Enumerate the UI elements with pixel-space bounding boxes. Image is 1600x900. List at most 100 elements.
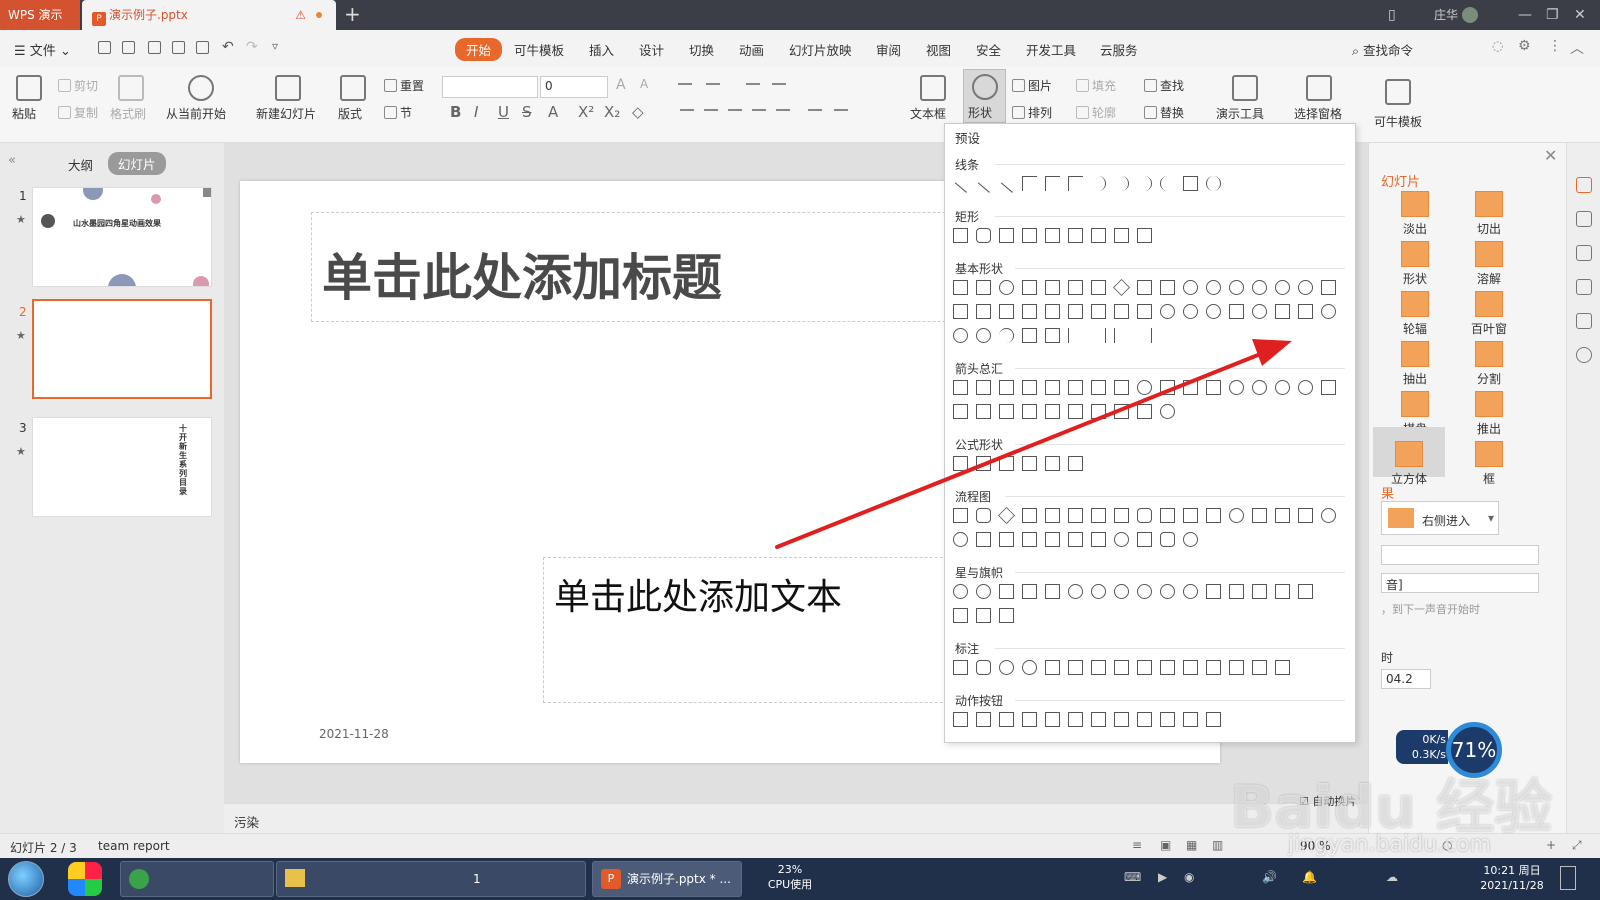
right-arrow-callout-shape[interactable] xyxy=(1022,404,1037,419)
action-return-shape[interactable] xyxy=(1091,712,1106,727)
magnetic-disk-shape[interactable] xyxy=(1137,532,1152,547)
chat-icon[interactable]: ◌ xyxy=(1492,39,1503,54)
off-page-connector-shape[interactable] xyxy=(1252,508,1267,523)
u-turn-arrow-shape[interactable] xyxy=(1160,380,1175,395)
snip-round-rectangle-shape[interactable] xyxy=(1068,228,1083,243)
double-arrow-line-shape[interactable] xyxy=(1000,181,1013,194)
internal-storage-shape[interactable] xyxy=(1068,508,1083,523)
striped-right-arrow-shape[interactable] xyxy=(1321,380,1336,395)
volume-icon[interactable]: 🔊 xyxy=(1262,870,1277,884)
diagonal-stripe-shape[interactable] xyxy=(1022,304,1037,319)
heptagon-shape[interactable] xyxy=(1183,280,1198,295)
line-callout-accent-3-shape[interactable] xyxy=(1183,660,1198,675)
network-icon[interactable]: ☁ xyxy=(1386,870,1398,884)
subscript-icon[interactable]: X₂ xyxy=(604,103,620,121)
display-shape[interactable] xyxy=(1183,532,1198,547)
half-frame-shape[interactable] xyxy=(976,304,991,319)
line-callout-4-shape[interactable] xyxy=(1114,660,1129,675)
quad-arrow-callout-shape[interactable] xyxy=(1137,404,1152,419)
transition-blinds[interactable]: 百叶窗 xyxy=(1459,291,1519,337)
search-command[interactable]: ⌕ 查找命令 xyxy=(1352,40,1413,59)
curve-shape[interactable] xyxy=(1160,176,1175,191)
transition-pane-icon[interactable] xyxy=(1576,177,1592,193)
preparation-shape[interactable] xyxy=(1160,508,1175,523)
right-brace-shape[interactable] xyxy=(1137,328,1152,343)
speed-field[interactable] xyxy=(1381,545,1539,565)
left-bracket-shape[interactable] xyxy=(1068,328,1083,343)
dodecagon-shape[interactable] xyxy=(1252,280,1267,295)
grow-font-icon[interactable]: A xyxy=(616,77,626,93)
font-family-select[interactable] xyxy=(442,76,538,98)
decision-shape[interactable] xyxy=(998,507,1015,524)
fill-button[interactable]: 填充 xyxy=(1076,77,1116,94)
customize-quick-access-icon[interactable]: ▿ xyxy=(272,39,278,53)
slide-thumbnail-1[interactable]: 山水墨园四角星动画效果 xyxy=(32,187,212,287)
transition-pull[interactable]: 抽出 xyxy=(1385,341,1445,387)
snip-diagonal-rectangle-shape[interactable] xyxy=(1045,228,1060,243)
curved-double-arrow-shape[interactable] xyxy=(1137,176,1152,191)
layout-icon-ribbon[interactable] xyxy=(340,75,366,101)
tab-kn-template[interactable]: 可牛模板 xyxy=(514,40,564,59)
parallelogram-shape[interactable] xyxy=(1068,280,1083,295)
bold-icon[interactable]: B xyxy=(450,103,461,121)
tab-security[interactable]: 安全 xyxy=(976,40,1001,59)
transition-cube[interactable]: 立方体 xyxy=(1373,427,1445,486)
pie-shape[interactable] xyxy=(1275,280,1290,295)
up-down-arrow-shape[interactable] xyxy=(1068,380,1083,395)
distribute-icon[interactable] xyxy=(776,109,790,111)
arrange-button[interactable]: 排列 xyxy=(1012,104,1052,121)
multiply-shape[interactable] xyxy=(999,456,1014,471)
close-window-button[interactable]: ✕ xyxy=(1574,0,1586,30)
shape-button[interactable]: 形状 xyxy=(963,69,1006,123)
action-document-shape[interactable] xyxy=(1137,712,1152,727)
curved-down-arrow-shape[interactable] xyxy=(1298,380,1313,395)
diamond-shape[interactable] xyxy=(1113,279,1130,296)
left-right-arrow-callout-shape[interactable] xyxy=(1114,404,1129,419)
equal-shape[interactable] xyxy=(1045,456,1060,471)
tray-app-icon[interactable]: ◉ xyxy=(1184,870,1194,884)
action-home-shape[interactable] xyxy=(1045,712,1060,727)
manual-operation-shape[interactable] xyxy=(1206,508,1221,523)
align-right-icon[interactable] xyxy=(728,109,742,111)
donut-shape[interactable] xyxy=(1160,304,1175,319)
tab-animation[interactable]: 动画 xyxy=(739,40,764,59)
action-beginning-shape[interactable] xyxy=(999,712,1014,727)
textbox-button[interactable]: 文本框 xyxy=(910,105,946,122)
curved-connector-shape[interactable] xyxy=(1091,176,1106,191)
more-icon[interactable]: ⋮ xyxy=(1548,38,1562,54)
tray-arrow-icon[interactable]: ▶ xyxy=(1158,870,1167,884)
star-8-shape[interactable] xyxy=(1091,584,1106,599)
or-shape[interactable] xyxy=(953,532,968,547)
star-4-shape[interactable] xyxy=(999,584,1014,599)
history-icon[interactable] xyxy=(1576,347,1592,363)
chevron-shape[interactable] xyxy=(999,404,1014,419)
property-icon[interactable] xyxy=(1576,245,1592,261)
collapse-ribbon-icon[interactable]: ︿ xyxy=(1570,38,1584,58)
connector-shape[interactable] xyxy=(1229,508,1244,523)
left-up-arrow-shape[interactable] xyxy=(1183,380,1198,395)
new-slide-icon[interactable] xyxy=(275,75,301,101)
punched-tape-shape[interactable] xyxy=(1298,508,1313,523)
down-arrow-shape[interactable] xyxy=(1022,380,1037,395)
tab-outline[interactable]: 大纲 xyxy=(68,155,93,174)
tab-start[interactable]: 开始 xyxy=(455,38,503,61)
justify-icon[interactable] xyxy=(752,109,766,111)
font-color-icon[interactable]: A xyxy=(548,103,558,121)
tab-cloud[interactable]: 云服务 xyxy=(1100,40,1138,59)
cut-button[interactable]: 剪切 xyxy=(58,77,98,94)
star-6-shape[interactable] xyxy=(1045,584,1060,599)
user-name[interactable]: 庄华 xyxy=(1434,0,1458,30)
export-pdf-icon[interactable] xyxy=(148,41,161,54)
line-callout-border-2-shape[interactable] xyxy=(1252,660,1267,675)
bent-arrow-shape[interactable] xyxy=(1137,380,1152,395)
superscript-icon[interactable]: X² xyxy=(578,103,594,121)
task-item-folder[interactable]: 1 xyxy=(276,861,586,897)
merge-shape[interactable] xyxy=(1045,532,1060,547)
pentagon-shape[interactable] xyxy=(1137,280,1152,295)
up-arrow-callout-shape[interactable] xyxy=(1068,404,1083,419)
play-icon[interactable] xyxy=(188,75,214,101)
double-brace-shape[interactable] xyxy=(1045,328,1060,343)
line-callout-3-shape[interactable] xyxy=(1091,660,1106,675)
tab-transition[interactable]: 切换 xyxy=(689,40,714,59)
reset-button[interactable]: 重置 xyxy=(384,77,424,94)
